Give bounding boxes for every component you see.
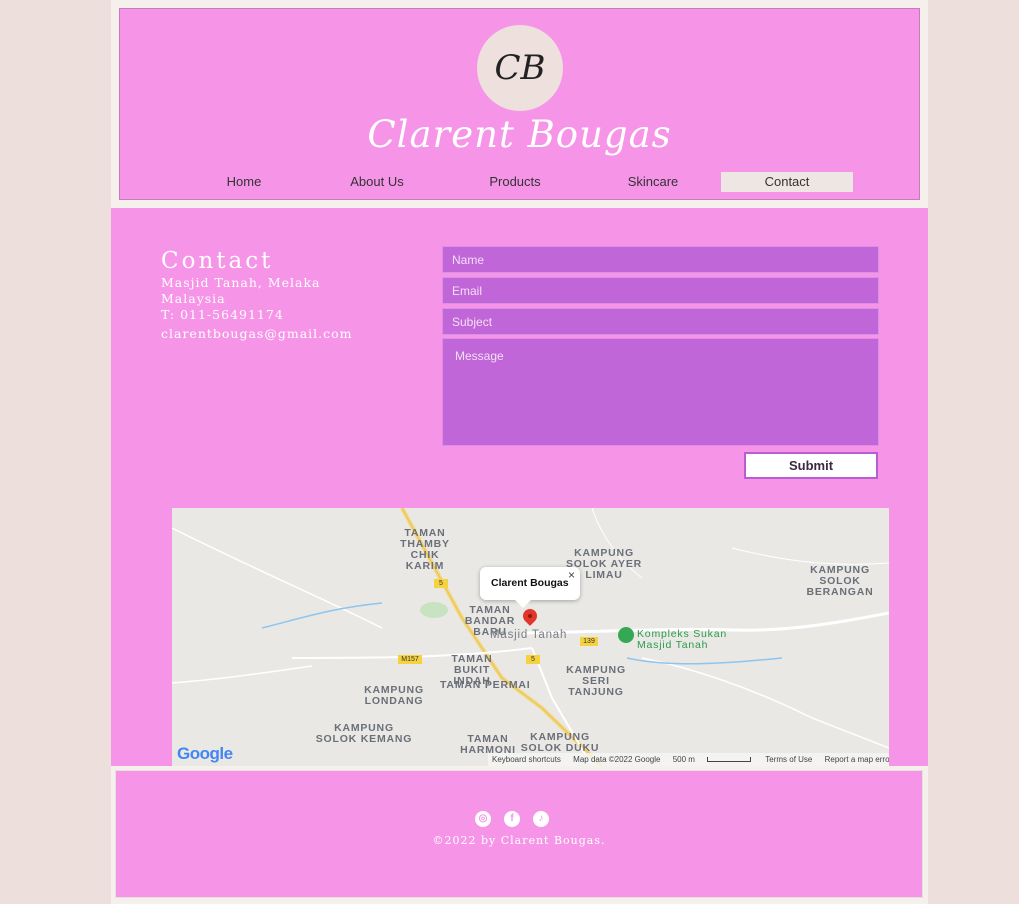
google-logo-text: Google [177, 744, 233, 763]
nav-about-us[interactable]: About Us [323, 172, 431, 192]
contact-heading: Contact [161, 248, 274, 274]
map-attribution: Keyboard shortcuts Map data ©2022 Google… [488, 753, 889, 766]
map-label: KAMPUNG SERI TANJUNG [566, 664, 626, 698]
main-nav: Home About Us Products Skincare Contact [120, 172, 919, 192]
close-icon[interactable]: × [568, 568, 575, 582]
report-map-error-link[interactable]: Report a map error [825, 755, 889, 764]
facebook-icon[interactable]: f [504, 811, 520, 827]
message-textarea[interactable]: Message [442, 338, 879, 446]
road-badge: 139 [580, 637, 598, 646]
popup-pointer [515, 600, 531, 608]
instagram-icon[interactable]: ◎ [475, 811, 491, 827]
google-logo[interactable]: Google [177, 744, 233, 764]
road-badge: 5 [434, 579, 448, 588]
terms-of-use-link[interactable]: Terms of Use [765, 755, 812, 764]
location-map[interactable]: 5 5 139 M157 TAMAN THAMBY CHIK KARIM KAM… [172, 508, 889, 766]
map-label-poi[interactable]: Kompleks Sukan Masjid Tanah [637, 629, 727, 651]
name-input[interactable]: Name [442, 246, 879, 273]
map-label-town: Masjid Tanah [490, 629, 568, 641]
nav-contact[interactable]: Contact [721, 172, 853, 192]
address-line1: Masjid Tanah, Melaka [161, 275, 321, 290]
tiktok-icon[interactable]: ♪ [533, 811, 549, 827]
copyright-text: ©2022 by Clarent Bougas. [432, 834, 606, 847]
page-container: CB Clarent Bougas Home About Us Products… [111, 0, 928, 904]
contact-section: Contact Masjid Tanah, Melaka Malaysia T:… [111, 208, 928, 766]
site-footer: ◎ f ♪ ©2022 by Clarent Bougas. [115, 770, 923, 898]
keyboard-shortcuts-link[interactable]: Keyboard shortcuts [492, 755, 561, 764]
map-label: TAMAN PERMAI [440, 679, 531, 691]
site-logo[interactable]: CB [477, 25, 563, 111]
nav-home[interactable]: Home [190, 172, 298, 192]
map-scale[interactable]: 500 m [673, 755, 695, 764]
map-label: TAMAN THAMBY CHIK KARIM [400, 527, 450, 572]
map-label: KAMPUNG SOLOK BERANGAN [806, 564, 874, 598]
park-marker-icon[interactable] [618, 627, 634, 643]
popup-title: Clarent Bougas [491, 577, 569, 589]
map-data-text: Map data ©2022 Google [573, 755, 661, 764]
location-pin-dot [528, 614, 532, 618]
site-header: CB Clarent Bougas Home About Us Products… [119, 8, 920, 200]
scale-bar [707, 757, 752, 762]
road-badge: M157 [398, 655, 422, 664]
map-label: KAMPUNG SOLOK DUKU [520, 731, 600, 754]
submit-button[interactable]: Submit [744, 452, 878, 479]
phone-number: T: 011-56491174 [161, 307, 284, 322]
site-title[interactable]: Clarent Bougas [120, 113, 919, 156]
email-link[interactable]: clarentbougas@gmail.com [161, 326, 353, 341]
nav-products[interactable]: Products [461, 172, 569, 192]
email-input[interactable]: Email [442, 277, 879, 304]
road-badge: 5 [526, 655, 540, 664]
map-label: KAMPUNG LONDANG [364, 684, 424, 707]
nav-skincare[interactable]: Skincare [599, 172, 707, 192]
subject-input[interactable]: Subject [442, 308, 879, 335]
address-line2: Malaysia [161, 291, 226, 306]
map-info-popup: Clarent Bougas × [480, 567, 580, 600]
map-label: KAMPUNG SOLOK KEMANG [315, 722, 413, 745]
